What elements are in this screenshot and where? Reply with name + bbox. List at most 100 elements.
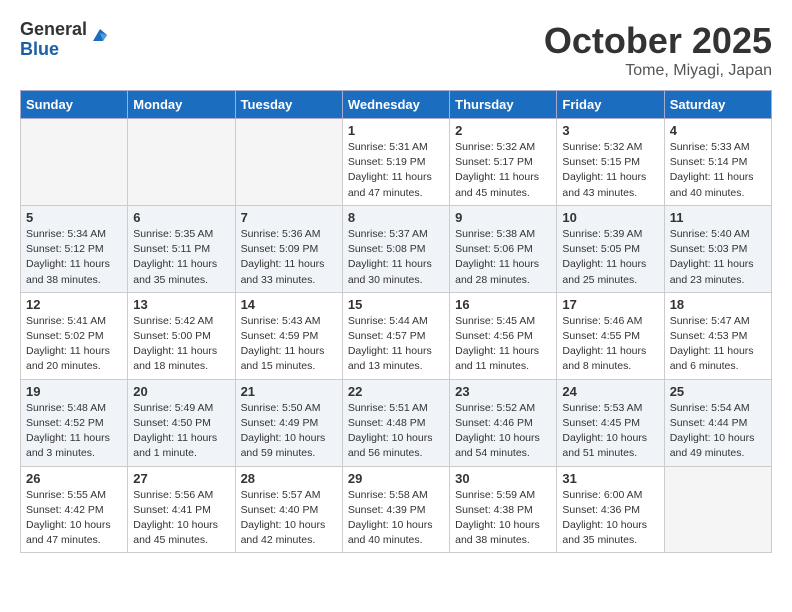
day-number: 3	[562, 123, 658, 138]
day-info: Sunrise: 5:42 AM Sunset: 5:00 PM Dayligh…	[133, 314, 229, 375]
day-number: 8	[348, 210, 444, 225]
location: Tome, Miyagi, Japan	[544, 62, 772, 80]
day-info: Sunrise: 5:47 AM Sunset: 4:53 PM Dayligh…	[670, 314, 766, 375]
calendar-cell: 31 Sunrise: 6:00 AM Sunset: 4:36 PM Dayli…	[557, 466, 664, 553]
logo-blue-text: Blue	[20, 40, 87, 60]
calendar-cell: 27 Sunrise: 5:56 AM Sunset: 4:41 PM Dayli…	[128, 466, 235, 553]
calendar-table: SundayMondayTuesdayWednesdayThursdayFrid…	[20, 90, 772, 553]
day-info: Sunrise: 5:38 AM Sunset: 5:06 PM Dayligh…	[455, 227, 551, 288]
day-info: Sunrise: 5:45 AM Sunset: 4:56 PM Dayligh…	[455, 314, 551, 375]
week-row-3: 12 Sunrise: 5:41 AM Sunset: 5:02 PM Dayli…	[21, 292, 772, 379]
day-info: Sunrise: 5:57 AM Sunset: 4:40 PM Dayligh…	[241, 488, 337, 549]
day-number: 28	[241, 471, 337, 486]
logo-general-text: General	[20, 20, 87, 40]
day-number: 29	[348, 471, 444, 486]
page-header: General Blue October 2025 Tome, Miyagi, …	[20, 20, 772, 80]
day-info: Sunrise: 5:39 AM Sunset: 5:05 PM Dayligh…	[562, 227, 658, 288]
day-number: 26	[26, 471, 122, 486]
day-number: 25	[670, 384, 766, 399]
day-info: Sunrise: 5:35 AM Sunset: 5:11 PM Dayligh…	[133, 227, 229, 288]
calendar-cell	[664, 466, 771, 553]
day-number: 9	[455, 210, 551, 225]
day-number: 30	[455, 471, 551, 486]
calendar-cell: 6 Sunrise: 5:35 AM Sunset: 5:11 PM Daylig…	[128, 205, 235, 292]
day-header-wednesday: Wednesday	[342, 91, 449, 119]
day-number: 11	[670, 210, 766, 225]
day-number: 20	[133, 384, 229, 399]
day-info: Sunrise: 5:59 AM Sunset: 4:38 PM Dayligh…	[455, 488, 551, 549]
calendar-cell: 20Sunrise: 5:49 AM Sunset: 4:50 PM Dayli…	[128, 379, 235, 466]
calendar-cell: 29Sunrise: 5:58 AM Sunset: 4:39 PM Dayli…	[342, 466, 449, 553]
day-number: 19	[26, 384, 122, 399]
calendar-cell: 23Sunrise: 5:52 AM Sunset: 4:46 PM Dayli…	[450, 379, 557, 466]
day-number: 5	[26, 210, 122, 225]
day-info: Sunrise: 5:54 AM Sunset: 4:44 PM Dayligh…	[670, 401, 766, 462]
day-number: 22	[348, 384, 444, 399]
day-number: 2	[455, 123, 551, 138]
calendar-cell: 10 Sunrise: 5:39 AM Sunset: 5:05 PM Dayli…	[557, 205, 664, 292]
day-info: Sunrise: 5:32 AM Sunset: 5:15 PM Dayligh…	[562, 140, 658, 201]
calendar-cell: 3 Sunrise: 5:32 AM Sunset: 5:15 PM Daylig…	[557, 119, 664, 206]
calendar-cell: 18 Sunrise: 5:47 AM Sunset: 4:53 PM Dayli…	[664, 292, 771, 379]
calendar-cell: 15Sunrise: 5:44 AM Sunset: 4:57 PM Dayli…	[342, 292, 449, 379]
day-header-monday: Monday	[128, 91, 235, 119]
day-info: Sunrise: 5:40 AM Sunset: 5:03 PM Dayligh…	[670, 227, 766, 288]
day-number: 1	[348, 123, 444, 138]
day-header-sunday: Sunday	[21, 91, 128, 119]
day-number: 6	[133, 210, 229, 225]
logo: General Blue	[20, 20, 109, 60]
day-info: Sunrise: 5:56 AM Sunset: 4:41 PM Dayligh…	[133, 488, 229, 549]
calendar-cell	[235, 119, 342, 206]
calendar-cell: 25 Sunrise: 5:54 AM Sunset: 4:44 PM Dayli…	[664, 379, 771, 466]
calendar-cell: 5 Sunrise: 5:34 AM Sunset: 5:12 PM Daylig…	[21, 205, 128, 292]
day-number: 21	[241, 384, 337, 399]
calendar-cell: 24 Sunrise: 5:53 AM Sunset: 4:45 PM Dayli…	[557, 379, 664, 466]
day-info: Sunrise: 5:48 AM Sunset: 4:52 PM Dayligh…	[26, 401, 122, 462]
day-number: 27	[133, 471, 229, 486]
calendar-cell	[128, 119, 235, 206]
calendar-cell	[21, 119, 128, 206]
calendar-cell: 11 Sunrise: 5:40 AM Sunset: 5:03 PM Dayli…	[664, 205, 771, 292]
day-header-saturday: Saturday	[664, 91, 771, 119]
day-number: 14	[241, 297, 337, 312]
week-row-1: 1 Sunrise: 5:31 AM Sunset: 5:19 PM Daylig…	[21, 119, 772, 206]
day-info: Sunrise: 5:43 AM Sunset: 4:59 PM Dayligh…	[241, 314, 337, 375]
calendar-cell: 19 Sunrise: 5:48 AM Sunset: 4:52 PM Dayli…	[21, 379, 128, 466]
calendar-cell: 28 Sunrise: 5:57 AM Sunset: 4:40 PM Dayli…	[235, 466, 342, 553]
day-info: Sunrise: 6:00 AM Sunset: 4:36 PM Dayligh…	[562, 488, 658, 549]
day-info: Sunrise: 5:41 AM Sunset: 5:02 PM Dayligh…	[26, 314, 122, 375]
day-header-friday: Friday	[557, 91, 664, 119]
day-header-tuesday: Tuesday	[235, 91, 342, 119]
day-number: 13	[133, 297, 229, 312]
header-row: SundayMondayTuesdayWednesdayThursdayFrid…	[21, 91, 772, 119]
calendar-cell: 30 Sunrise: 5:59 AM Sunset: 4:38 PM Dayli…	[450, 466, 557, 553]
day-number: 24	[562, 384, 658, 399]
day-info: Sunrise: 5:36 AM Sunset: 5:09 PM Dayligh…	[241, 227, 337, 288]
day-info: Sunrise: 5:34 AM Sunset: 5:12 PM Dayligh…	[26, 227, 122, 288]
day-number: 31	[562, 471, 658, 486]
day-info: Sunrise: 5:55 AM Sunset: 4:42 PM Dayligh…	[26, 488, 122, 549]
calendar-cell: 4Sunrise: 5:33 AM Sunset: 5:14 PM Daylig…	[664, 119, 771, 206]
day-info: Sunrise: 5:53 AM Sunset: 4:45 PM Dayligh…	[562, 401, 658, 462]
month-title: October 2025	[544, 20, 772, 62]
day-header-thursday: Thursday	[450, 91, 557, 119]
day-number: 7	[241, 210, 337, 225]
calendar-cell: 2Sunrise: 5:32 AM Sunset: 5:17 PM Daylig…	[450, 119, 557, 206]
day-info: Sunrise: 5:51 AM Sunset: 4:48 PM Dayligh…	[348, 401, 444, 462]
calendar-cell: 14 Sunrise: 5:43 AM Sunset: 4:59 PM Dayli…	[235, 292, 342, 379]
title-block: October 2025 Tome, Miyagi, Japan	[544, 20, 772, 80]
day-info: Sunrise: 5:31 AM Sunset: 5:19 PM Dayligh…	[348, 140, 444, 201]
calendar-cell: 8Sunrise: 5:37 AM Sunset: 5:08 PM Daylig…	[342, 205, 449, 292]
day-number: 12	[26, 297, 122, 312]
week-row-2: 5 Sunrise: 5:34 AM Sunset: 5:12 PM Daylig…	[21, 205, 772, 292]
logo-icon	[91, 27, 109, 45]
day-number: 18	[670, 297, 766, 312]
calendar-cell: 21 Sunrise: 5:50 AM Sunset: 4:49 PM Dayli…	[235, 379, 342, 466]
day-number: 10	[562, 210, 658, 225]
day-info: Sunrise: 5:50 AM Sunset: 4:49 PM Dayligh…	[241, 401, 337, 462]
calendar-cell: 9 Sunrise: 5:38 AM Sunset: 5:06 PM Daylig…	[450, 205, 557, 292]
day-info: Sunrise: 5:44 AM Sunset: 4:57 PM Dayligh…	[348, 314, 444, 375]
day-number: 23	[455, 384, 551, 399]
calendar-cell: 1 Sunrise: 5:31 AM Sunset: 5:19 PM Daylig…	[342, 119, 449, 206]
day-info: Sunrise: 5:46 AM Sunset: 4:55 PM Dayligh…	[562, 314, 658, 375]
